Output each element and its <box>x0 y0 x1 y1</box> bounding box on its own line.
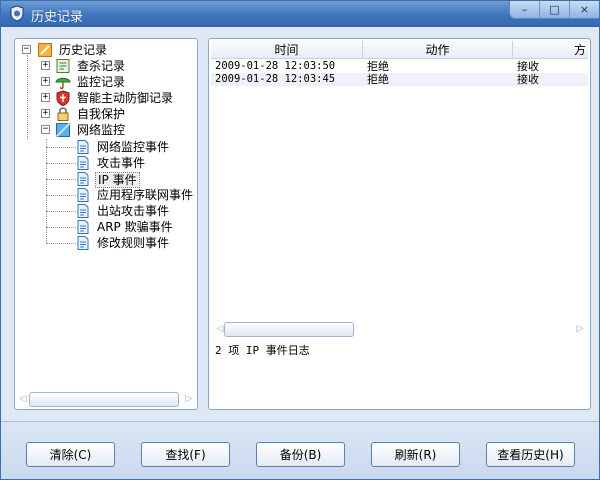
tree-line <box>46 243 76 244</box>
tree-line <box>46 147 76 148</box>
scroll-left-icon[interactable]: ◁ <box>17 393 29 405</box>
tree-item-outbound-attack-events[interactable]: 出站攻击事件 <box>95 203 171 219</box>
shield-icon <box>56 90 70 106</box>
scroll-right-icon[interactable]: ▷ <box>574 323 586 335</box>
clear-button[interactable]: 清除(C) <box>26 442 115 467</box>
tree-item-self-protection[interactable]: 自我保护 <box>75 106 127 122</box>
expand-defense-toggle[interactable]: + <box>41 93 50 102</box>
tree-item-rule-change-events[interactable]: 修改规则事件 <box>95 235 171 251</box>
cell-action: 拒绝 <box>367 60 389 73</box>
tree-item-active-defense-records[interactable]: 智能主动防御记录 <box>75 90 175 106</box>
button-bar: 清除(C) 查找(F) 备份(B) 刷新(R) 查看历史(H) <box>1 421 599 479</box>
document-icon <box>77 236 89 250</box>
cell-direction: 接收 <box>517 73 539 86</box>
cell-time: 2009-01-28 12:03:50 <box>215 60 336 72</box>
list-scroll-thumb[interactable] <box>224 322 354 337</box>
maximize-button[interactable]: □ <box>540 1 570 18</box>
document-icon <box>77 204 89 218</box>
find-button[interactable]: 查找(F) <box>141 442 230 467</box>
event-list-panel: 时间 动作 方 2009-01-28 12:03:50 拒绝 接收 2009-0… <box>208 38 591 410</box>
column-header-action[interactable]: 动作 <box>363 41 513 58</box>
history-window: 历史记录 – □ × − 历史记录 + 查杀记录 + 监控记录 + 智能主动防御… <box>0 0 600 480</box>
collapse-root-toggle[interactable]: − <box>22 45 31 54</box>
tree-line <box>46 195 76 196</box>
expand-scan-toggle[interactable]: + <box>41 61 50 70</box>
tree-scroll-thumb[interactable] <box>29 392 179 407</box>
tree-line <box>46 179 76 180</box>
close-button[interactable]: × <box>570 1 599 18</box>
maximize-icon: □ <box>549 3 560 16</box>
tree-item-history[interactable]: 历史记录 <box>57 42 109 58</box>
document-icon <box>77 220 89 234</box>
tree-line <box>27 55 28 139</box>
table-row[interactable]: 2009-01-28 12:03:50 拒绝 接收 <box>211 60 588 73</box>
tree-item-network-events[interactable]: 网络监控事件 <box>95 139 171 155</box>
window-title: 历史记录 <box>31 10 84 25</box>
monitor-umbrella-icon <box>55 77 71 90</box>
history-folder-icon <box>38 43 52 57</box>
title-bar[interactable]: 历史记录 – □ × <box>1 1 599 27</box>
list-horizontal-scrollbar[interactable]: ◁ ▷ <box>214 321 586 338</box>
tree-panel: − 历史记录 + 查杀记录 + 监控记录 + 智能主动防御记录 + 自我保护 −… <box>14 38 198 410</box>
history-tree: − 历史记录 + 查杀记录 + 监控记录 + 智能主动防御记录 + 自我保护 −… <box>15 41 197 389</box>
shield-app-icon <box>10 5 24 22</box>
tree-line <box>46 163 76 164</box>
lock-icon <box>57 107 69 121</box>
cell-direction: 接收 <box>517 60 539 73</box>
event-rows: 2009-01-28 12:03:50 拒绝 接收 2009-01-28 12:… <box>211 60 588 86</box>
window-controls: – □ × <box>509 1 599 19</box>
tree-item-app-network-events[interactable]: 应用程序联网事件 <box>95 187 195 203</box>
document-icon <box>77 156 89 170</box>
tree-item-monitor-records[interactable]: 监控记录 <box>75 74 127 90</box>
close-icon: × <box>579 3 590 16</box>
tree-item-attack-events[interactable]: 攻击事件 <box>95 155 147 171</box>
view-history-button[interactable]: 查看历史(H) <box>486 442 575 467</box>
expand-monitor-toggle[interactable]: + <box>41 77 50 86</box>
scan-log-icon <box>56 59 70 73</box>
tree-line <box>46 211 76 212</box>
scroll-right-icon[interactable]: ▷ <box>183 393 195 405</box>
cell-action: 拒绝 <box>367 73 389 86</box>
document-icon <box>77 172 89 186</box>
backup-button[interactable]: 备份(B) <box>256 442 345 467</box>
tree-horizontal-scrollbar[interactable]: ◁ ▷ <box>17 391 195 408</box>
minimize-icon: – <box>521 3 528 16</box>
collapse-network-toggle[interactable]: − <box>41 125 50 134</box>
log-count-status: 2 项 IP 事件日志 <box>215 344 310 357</box>
tree-item-ip-events[interactable]: IP 事件 <box>95 172 140 188</box>
document-icon <box>77 188 89 202</box>
refresh-button[interactable]: 刷新(R) <box>371 442 460 467</box>
table-row[interactable]: 2009-01-28 12:03:45 拒绝 接收 <box>211 73 588 86</box>
tree-item-network-monitoring[interactable]: 网络监控 <box>75 122 127 138</box>
network-monitor-icon <box>55 122 71 138</box>
column-header-direction[interactable]: 方 <box>513 41 588 58</box>
document-icon <box>77 140 89 154</box>
expand-self-protect-toggle[interactable]: + <box>41 109 50 118</box>
tree-item-arp-spoof-events[interactable]: ARP 欺骗事件 <box>95 219 175 235</box>
table-header: 时间 动作 方 <box>211 41 588 59</box>
tree-item-scan-records[interactable]: 查杀记录 <box>75 58 127 74</box>
minimize-button[interactable]: – <box>510 1 540 18</box>
column-header-time[interactable]: 时间 <box>211 41 363 58</box>
tree-line <box>46 227 76 228</box>
cell-time: 2009-01-28 12:03:45 <box>215 73 336 85</box>
